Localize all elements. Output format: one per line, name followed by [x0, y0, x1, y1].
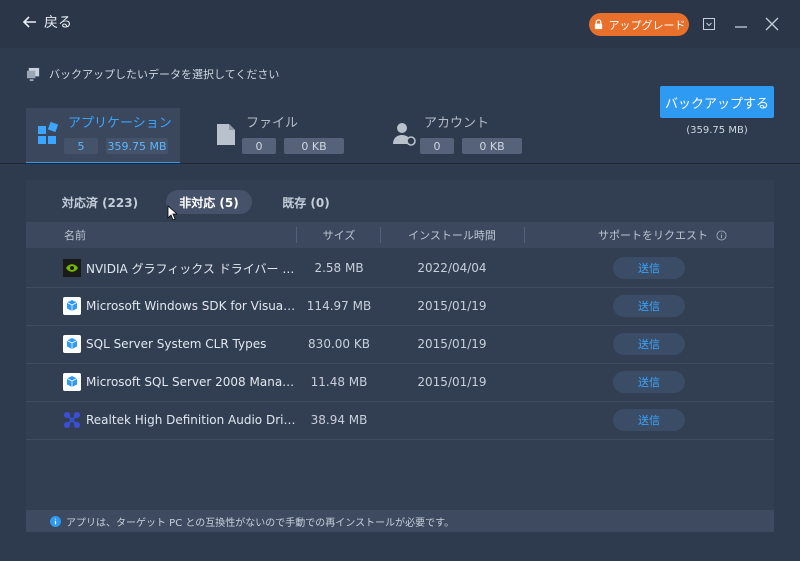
- package-icon: [63, 297, 81, 315]
- column-name: 名前: [64, 229, 86, 242]
- table-row[interactable]: Microsoft Windows SDK for Visual Studio …: [26, 287, 774, 326]
- footer-note-text: アプリは、ターゲット PC との互換性がないので手動での再インストールが必要です…: [66, 517, 455, 529]
- app-install-date: [382, 401, 522, 439]
- arrow-left-icon: [22, 16, 36, 28]
- section-title: バックアップしたいデータを選択してください: [26, 66, 279, 82]
- title-bar: 戻る アップグレード: [0, 0, 800, 48]
- app-size: 38.94 MB: [310, 413, 368, 427]
- lock-icon: [594, 19, 602, 30]
- app-install-date: 2015/01/19: [417, 299, 487, 313]
- send-request-button[interactable]: 送信: [613, 409, 685, 431]
- app-name: Realtek High Definition Audio Driver: [86, 413, 296, 427]
- app-name: Microsoft SQL Server 2008 Management Obj…: [86, 375, 296, 389]
- backup-button[interactable]: バックアップする: [660, 86, 774, 118]
- apps-icon: [38, 122, 59, 144]
- app-size: 2.58 MB: [314, 261, 364, 275]
- back-button[interactable]: 戻る: [22, 12, 72, 32]
- mouse-cursor-icon: [167, 205, 177, 221]
- subtab-supported[interactable]: 対応済 (223): [50, 190, 150, 214]
- tab-files-count: 0: [242, 138, 276, 154]
- menu-down-icon: [703, 18, 715, 30]
- close-icon: [765, 17, 779, 31]
- column-divider: [296, 227, 297, 243]
- subtab-existing[interactable]: 既存 (0): [268, 190, 344, 214]
- app-install-date: 2022/04/04: [417, 261, 487, 275]
- table-row[interactable]: Realtek High Definition Audio Driver 38.…: [26, 401, 774, 440]
- back-label: 戻る: [44, 15, 72, 31]
- subtab-unsupported[interactable]: 非対応 (5): [166, 190, 252, 214]
- minimize-icon: [735, 26, 747, 28]
- column-divider: [380, 227, 381, 243]
- info-icon: [50, 515, 61, 527]
- tab-files-label: ファイル: [246, 116, 299, 131]
- column-request-label: サポートをリクエスト: [598, 229, 708, 242]
- app-size: 114.97 MB: [306, 299, 372, 313]
- info-icon[interactable]: [716, 229, 727, 241]
- app-list-panel: 対応済 (223) 非対応 (5) 既存 (0) 名前 サイズ インストール時間…: [26, 180, 774, 532]
- app-name: Microsoft Windows SDK for Visual Studio: [86, 299, 296, 313]
- nvidia-icon: [63, 259, 81, 277]
- backup-size: (359.75 MB): [686, 125, 748, 136]
- column-install-date: インストール時間: [408, 229, 496, 242]
- minimize-button[interactable]: [731, 14, 751, 34]
- app-install-date: 2015/01/19: [417, 375, 487, 389]
- package-icon: [63, 335, 81, 353]
- dropdown-menu-button[interactable]: [699, 14, 719, 34]
- table-row[interactable]: SQL Server System CLR Types 830.00 KB 20…: [26, 325, 774, 364]
- tab-applications-size: 359.75 MB: [106, 138, 168, 154]
- column-request-support: サポートをリクエスト: [598, 222, 727, 248]
- tab-applications-label: アプリケーション: [68, 116, 172, 131]
- app-install-date: 2015/01/19: [417, 337, 487, 351]
- tab-accounts-label: アカウント: [424, 116, 490, 131]
- send-request-button[interactable]: 送信: [613, 333, 685, 355]
- tab-applications-count: 5: [64, 138, 98, 154]
- tab-applications[interactable]: アプリケーション 5 359.75 MB: [26, 108, 180, 164]
- app-name: NVIDIA グラフィックス ドライバー 456.71: [86, 261, 296, 276]
- computer-icon: [26, 67, 40, 81]
- realtek-icon: [64, 412, 80, 428]
- user-settings-icon: [393, 123, 416, 146]
- send-request-button[interactable]: 送信: [613, 295, 685, 317]
- table-header: 名前 サイズ インストール時間 サポートをリクエスト: [26, 222, 774, 248]
- close-button[interactable]: [762, 14, 782, 34]
- send-request-button[interactable]: 送信: [613, 257, 685, 279]
- tab-accounts-size: 0 KB: [462, 138, 522, 154]
- tab-files[interactable]: ファイル 0 0 KB: [204, 108, 354, 162]
- package-icon: [63, 373, 81, 391]
- app-name: SQL Server System CLR Types: [86, 337, 267, 351]
- table-row[interactable]: NVIDIA グラフィックス ドライバー 456.71 2.58 MB 2022…: [26, 249, 774, 288]
- column-divider: [524, 227, 525, 243]
- file-icon: [217, 124, 235, 145]
- footer-note: アプリは、ターゲット PC との互換性がないので手動での再インストールが必要です…: [26, 510, 774, 532]
- app-size: 830.00 KB: [308, 337, 370, 351]
- tab-accounts-count: 0: [420, 138, 454, 154]
- tab-files-size: 0 KB: [284, 138, 344, 154]
- table-row[interactable]: Microsoft SQL Server 2008 Management Obj…: [26, 363, 774, 402]
- send-request-button[interactable]: 送信: [613, 371, 685, 393]
- app-size: 11.48 MB: [310, 375, 368, 389]
- section-title-text: バックアップしたいデータを選択してください: [49, 68, 280, 81]
- upgrade-button[interactable]: アップグレード: [589, 13, 689, 36]
- column-size: サイズ: [322, 229, 356, 242]
- upgrade-label: アップグレード: [608, 18, 686, 32]
- header-divider: [0, 163, 800, 164]
- tab-accounts[interactable]: アカウント 0 0 KB: [382, 108, 532, 162]
